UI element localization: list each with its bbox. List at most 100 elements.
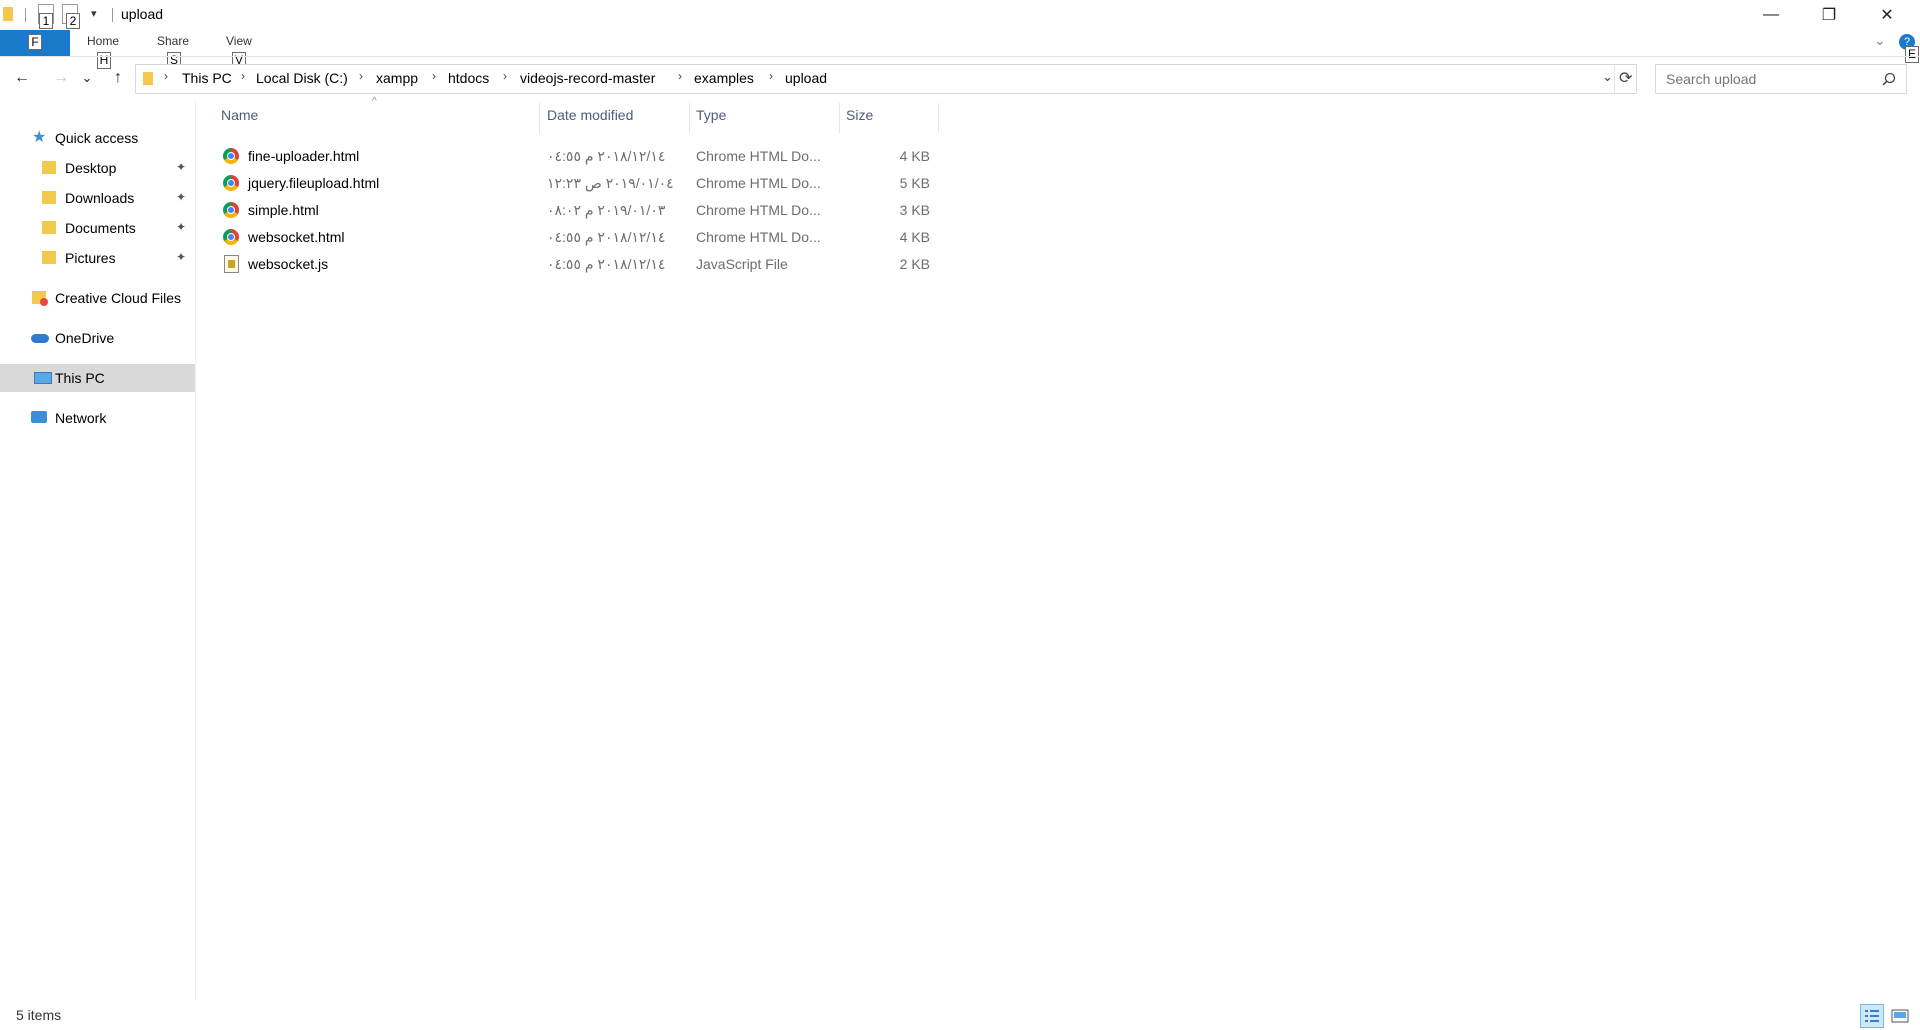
file-row[interactable]: jquery.fileupload.html ٢٠١٩/٠١/٠٤ ص ١٢:٢…	[216, 170, 938, 197]
file-type: Chrome HTML Do...	[696, 175, 821, 191]
tab-home[interactable]: Home	[87, 34, 119, 48]
chrome-icon	[223, 229, 239, 245]
file-date: ٢٠١٩/٠١/٠٤ ص ١٢:٢٣	[547, 175, 674, 191]
sidebar-item-documents[interactable]: Documents ✦	[0, 214, 195, 242]
file-name: simple.html	[248, 202, 319, 218]
keytip-file: F	[28, 34, 42, 50]
chrome-icon	[223, 148, 239, 164]
expand-ribbon-button[interactable]: ⌄	[1874, 32, 1886, 49]
file-type: Chrome HTML Do...	[696, 229, 821, 245]
column-separator[interactable]	[938, 103, 939, 133]
tab-share[interactable]: Share	[157, 34, 189, 48]
sidebar-item-desktop[interactable]: Desktop ✦	[0, 154, 195, 182]
details-view-button[interactable]	[1860, 1004, 1884, 1028]
breadcrumb-upload[interactable]: upload	[785, 70, 827, 86]
chevron-right-icon[interactable]: ›	[432, 69, 436, 83]
network-icon	[31, 411, 47, 423]
column-header-size[interactable]: Size	[846, 107, 873, 123]
sidebar-item-creative-cloud-files[interactable]: Creative Cloud Files	[0, 284, 195, 312]
column-header-type[interactable]: Type	[696, 107, 726, 123]
column-header-date-modified[interactable]: Date modified	[547, 107, 633, 123]
column-separator[interactable]	[689, 103, 690, 133]
breadcrumb-this-pc[interactable]: This PC	[182, 70, 232, 86]
folder-icon	[3, 7, 13, 21]
breadcrumb-local-disk[interactable]: Local Disk (C:)	[256, 70, 348, 86]
javascript-file-icon	[224, 255, 239, 273]
file-size: 4 KB	[899, 229, 930, 245]
file-row[interactable]: websocket.js ٢٠١٨/١٢/١٤ م ٠٤:٥٥ JavaScri…	[216, 251, 938, 278]
file-date: ٢٠١٨/١٢/١٤ م ٠٤:٥٥	[547, 229, 666, 245]
chevron-right-icon[interactable]: ›	[241, 69, 245, 83]
file-size: 4 KB	[899, 148, 930, 164]
search-icon[interactable]	[1882, 72, 1896, 86]
refresh-button[interactable]: ⟳	[1619, 68, 1632, 88]
file-tab[interactable]: F	[0, 30, 70, 56]
sidebar-item-label: OneDrive	[55, 330, 115, 346]
back-button[interactable]: ←	[10, 66, 34, 90]
column-header-name[interactable]: Name	[221, 107, 258, 123]
pin-icon[interactable]: ✦	[176, 160, 186, 174]
chevron-right-icon[interactable]: ›	[769, 69, 773, 83]
breadcrumb-htdocs[interactable]: htdocs	[448, 70, 489, 86]
chevron-right-icon[interactable]: ›	[678, 69, 682, 83]
maximize-button[interactable]: ❐	[1800, 0, 1858, 30]
chevron-right-icon[interactable]: ›	[164, 69, 168, 83]
pin-icon[interactable]: ✦	[176, 220, 186, 234]
column-separator[interactable]	[839, 103, 840, 133]
file-size: 5 KB	[899, 175, 930, 191]
file-size: 3 KB	[899, 202, 930, 218]
sidebar-item-label: Network	[55, 410, 107, 426]
keytip-help: E	[1905, 46, 1919, 63]
chevron-right-icon[interactable]: ›	[503, 69, 507, 83]
onedrive-icon	[31, 334, 49, 343]
sort-ascending-icon: ^	[372, 96, 377, 107]
search-input[interactable]	[1664, 70, 1868, 88]
forward-button[interactable]: →	[49, 66, 73, 90]
window-title: upload	[121, 6, 164, 22]
file-name: websocket.html	[248, 229, 345, 245]
breadcrumb-examples[interactable]: examples	[694, 70, 754, 86]
pane-divider	[195, 100, 196, 1000]
file-name: websocket.js	[248, 256, 329, 272]
tab-view[interactable]: View	[226, 34, 252, 48]
sidebar-item-label: Documents	[65, 220, 136, 236]
pin-icon[interactable]: ✦	[176, 250, 186, 264]
up-button[interactable]: ↑	[106, 66, 130, 90]
sidebar-item-label: Downloads	[65, 190, 135, 206]
column-separator[interactable]	[539, 103, 540, 133]
sidebar-item-downloads[interactable]: Downloads ✦	[0, 184, 195, 212]
sidebar-item-onedrive[interactable]: OneDrive	[0, 324, 195, 352]
file-type: Chrome HTML Do...	[696, 202, 821, 218]
computer-icon	[34, 372, 52, 384]
recent-locations-button[interactable]: ⌄	[80, 66, 94, 90]
file-date: ٢٠١٨/١٢/١٤ م ٠٤:٥٥	[547, 148, 666, 164]
status-item-count: 5 items	[16, 1007, 62, 1023]
sidebar-item-this-pc[interactable]: This PC	[0, 364, 195, 392]
creative-cloud-badge	[40, 298, 48, 306]
sidebar-item-pictures[interactable]: Pictures ✦	[0, 244, 195, 272]
chevron-right-icon[interactable]: ›	[359, 69, 363, 83]
file-name: fine-uploader.html	[248, 148, 360, 164]
qat-separator	[112, 8, 113, 22]
sidebar-item-label: This PC	[55, 370, 105, 386]
sidebar-item-network[interactable]: Network	[0, 404, 195, 432]
file-row[interactable]: websocket.html ٢٠١٨/١٢/١٤ م ٠٤:٥٥ Chrome…	[216, 224, 938, 251]
title-bar: 1 2 ▾ upload — ❐ ✕	[0, 0, 1920, 30]
address-dropdown-button[interactable]: ⌄	[1602, 69, 1613, 85]
qat-customize-button[interactable]: ▾	[91, 7, 97, 20]
file-name: jquery.fileupload.html	[248, 175, 380, 191]
file-row[interactable]: fine-uploader.html ٢٠١٨/١٢/١٤ م ٠٤:٥٥ Ch…	[216, 143, 938, 170]
sidebar-item-quick-access[interactable]: ★ Quick access	[0, 124, 195, 152]
search-box[interactable]	[1655, 64, 1907, 94]
file-row[interactable]: simple.html ٢٠١٩/٠١/٠٣ م ٠٨:٠٢ Chrome HT…	[216, 197, 938, 224]
breadcrumb-videojs-record-master[interactable]: videojs-record-master	[520, 70, 655, 86]
chrome-icon	[223, 175, 239, 191]
minimize-button[interactable]: —	[1742, 0, 1800, 30]
large-icons-view-button[interactable]	[1888, 1004, 1912, 1028]
pin-icon[interactable]: ✦	[176, 190, 186, 204]
breadcrumb-xampp[interactable]: xampp	[376, 70, 418, 86]
navigation-pane: ★ Quick access Desktop ✦ Downloads ✦ Doc…	[0, 100, 195, 1005]
address-bar[interactable]: › This PC › Local Disk (C:) › xampp › ht…	[135, 64, 1637, 94]
close-button[interactable]: ✕	[1858, 0, 1916, 30]
sidebar-item-label: Creative Cloud Files	[55, 290, 182, 306]
